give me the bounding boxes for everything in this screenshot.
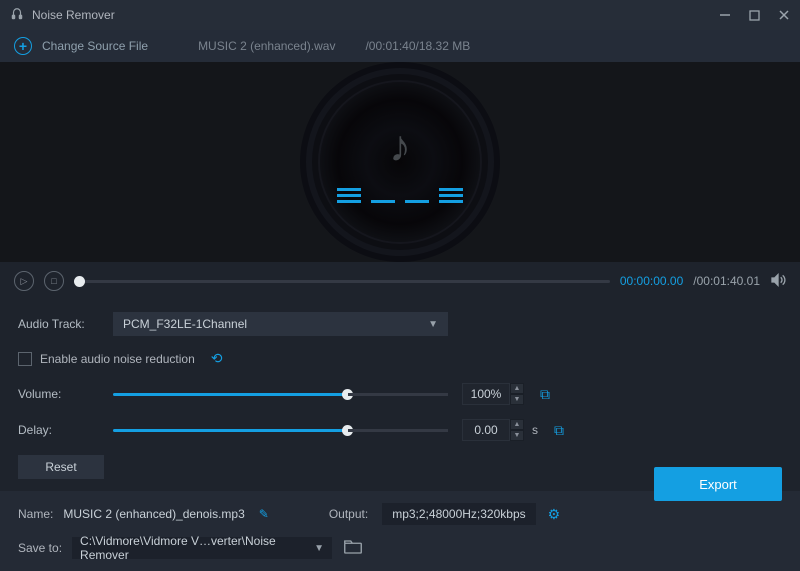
export-button[interactable]: Export bbox=[654, 467, 782, 501]
saveto-select[interactable]: C:\Vidmore\Vidmore V…verter\Noise Remove… bbox=[72, 537, 332, 559]
output-value: mp3;2;48000Hz;320kbps bbox=[382, 503, 535, 525]
seek-thumb[interactable] bbox=[74, 276, 85, 287]
music-note-icon: ♪ bbox=[389, 122, 411, 172]
noise-reduction-label: Enable audio noise reduction bbox=[40, 352, 195, 366]
delay-value[interactable]: 0.00 bbox=[462, 419, 510, 441]
volume-value[interactable]: 100% bbox=[462, 383, 510, 405]
add-source-icon[interactable]: + bbox=[14, 37, 32, 55]
audio-track-label: Audio Track: bbox=[18, 317, 113, 331]
seek-track[interactable] bbox=[74, 280, 610, 283]
delay-thumb[interactable] bbox=[342, 425, 353, 436]
saveto-label: Save to: bbox=[18, 541, 62, 555]
titlebar: Noise Remover bbox=[0, 0, 800, 30]
change-source-link[interactable]: Change Source File bbox=[42, 39, 148, 53]
delay-copy-icon[interactable]: ⧉ bbox=[554, 422, 564, 439]
bottom-panel: Name: MUSIC 2 (enhanced)_denois.mp3 ✎ Ou… bbox=[0, 491, 800, 571]
chevron-down-icon: ▼ bbox=[314, 543, 324, 554]
name-label: Name: bbox=[18, 507, 53, 521]
volume-stepper[interactable]: ▲▼ bbox=[510, 383, 524, 405]
audio-track-value: PCM_F32LE-1Channel bbox=[123, 317, 247, 331]
noise-reduction-checkbox[interactable] bbox=[18, 352, 32, 366]
volume-copy-icon[interactable]: ⧉ bbox=[540, 386, 550, 403]
volume-slider[interactable] bbox=[113, 393, 348, 396]
audio-track-select[interactable]: PCM_F32LE-1Channel ▼ bbox=[113, 312, 448, 336]
delay-unit: s bbox=[532, 423, 538, 437]
audio-disc-icon: ♪ bbox=[320, 82, 480, 242]
delay-slider[interactable] bbox=[113, 429, 348, 432]
play-button[interactable]: ▷ bbox=[14, 271, 34, 291]
delay-stepper[interactable]: ▲▼ bbox=[510, 419, 524, 441]
name-value: MUSIC 2 (enhanced)_denois.mp3 bbox=[63, 507, 244, 521]
chevron-down-icon: ▼ bbox=[428, 319, 438, 330]
source-meta: /00:01:40/18.32 MB bbox=[365, 39, 470, 53]
volume-label: Volume: bbox=[18, 387, 113, 401]
time-current: 00:00:00.00 bbox=[620, 274, 683, 288]
close-button[interactable] bbox=[778, 9, 790, 21]
minimize-button[interactable] bbox=[719, 9, 731, 21]
output-label: Output: bbox=[329, 507, 368, 521]
app-icon bbox=[10, 7, 24, 24]
delay-label: Delay: bbox=[18, 423, 113, 437]
edit-name-icon[interactable]: ✎ bbox=[259, 507, 269, 521]
maximize-button[interactable] bbox=[749, 10, 760, 21]
app-title: Noise Remover bbox=[32, 8, 115, 22]
noise-refresh-icon[interactable]: ⟲ bbox=[211, 350, 223, 367]
controls-panel: Audio Track: PCM_F32LE-1Channel ▼ Enable… bbox=[0, 300, 800, 491]
reset-button[interactable]: Reset bbox=[18, 455, 104, 479]
volume-thumb[interactable] bbox=[342, 389, 353, 400]
volume-icon[interactable] bbox=[770, 272, 786, 291]
output-settings-icon[interactable]: ⚙ bbox=[548, 506, 561, 523]
open-folder-icon[interactable] bbox=[344, 540, 362, 557]
saveto-value: C:\Vidmore\Vidmore V…verter\Noise Remove… bbox=[80, 534, 314, 562]
stop-button[interactable]: □ bbox=[44, 271, 64, 291]
source-filename: MUSIC 2 (enhanced).wav bbox=[198, 39, 335, 53]
time-duration: /00:01:40.01 bbox=[693, 274, 760, 288]
playback-bar: ▷ □ 00:00:00.00/00:01:40.01 bbox=[0, 262, 800, 300]
source-bar: + Change Source File MUSIC 2 (enhanced).… bbox=[0, 30, 800, 62]
equalizer-icon bbox=[337, 188, 463, 203]
preview-area: ♪ bbox=[0, 62, 800, 262]
